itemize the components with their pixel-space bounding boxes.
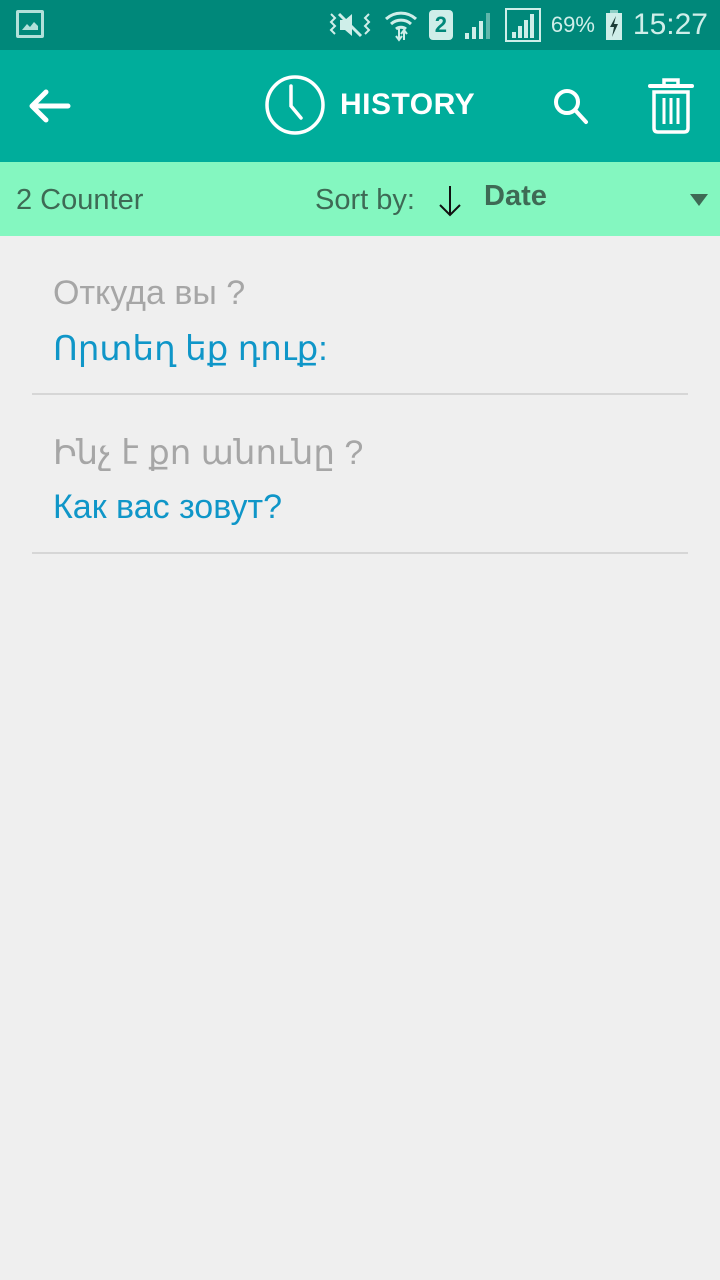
signal-icon-2 xyxy=(504,8,541,42)
signal-icon xyxy=(464,13,490,39)
battery-percent: 69% xyxy=(550,12,595,37)
page-title: HISTORY xyxy=(340,88,476,121)
status-icons: 2 69% 15:27 xyxy=(327,0,708,50)
clock-time: 15:27 xyxy=(632,8,708,41)
battery-charging-icon xyxy=(605,10,622,40)
title-group: HISTORY xyxy=(264,74,475,136)
sim-2-icon: 2 xyxy=(428,10,453,40)
history-item[interactable]: Ինչ է քո անունը ? Как вас зовут? xyxy=(32,395,688,554)
delete-all-button[interactable] xyxy=(646,76,696,136)
wifi-icon xyxy=(384,11,417,42)
sort-select[interactable]: Date xyxy=(484,180,547,213)
history-counter: 2 Counter xyxy=(16,184,144,216)
history-item[interactable]: Откуда вы ? Որտեղ եք դուք: xyxy=(32,236,688,395)
history-list: Откуда вы ? Որտեղ եք դուք: Ինչ է քո անու… xyxy=(0,236,720,554)
arrow-down-icon[interactable] xyxy=(436,184,464,218)
translation-text: Որտեղ եք դուք: xyxy=(53,330,328,368)
sort-by-label: Sort by: xyxy=(315,184,415,216)
sort-bar: 2 Counter Sort by: Date xyxy=(0,162,720,236)
source-text: Ինչ է քո անունը ? xyxy=(53,434,364,472)
back-button[interactable] xyxy=(24,80,76,132)
search-icon xyxy=(554,89,588,124)
status-bar: 2 69% 15:27 xyxy=(0,0,720,50)
source-text: Откуда вы ? xyxy=(53,274,246,312)
clock-icon xyxy=(265,75,325,135)
search-button[interactable] xyxy=(548,84,594,130)
gallery-notification-icon xyxy=(16,10,44,38)
trash-icon xyxy=(648,78,694,134)
back-arrow-icon xyxy=(29,89,71,123)
translation-text: Как вас зовут? xyxy=(53,488,282,526)
dropdown-arrow-icon[interactable] xyxy=(690,194,708,206)
app-bar: HISTORY xyxy=(0,50,720,162)
mute-vibrate-icon xyxy=(329,12,371,38)
